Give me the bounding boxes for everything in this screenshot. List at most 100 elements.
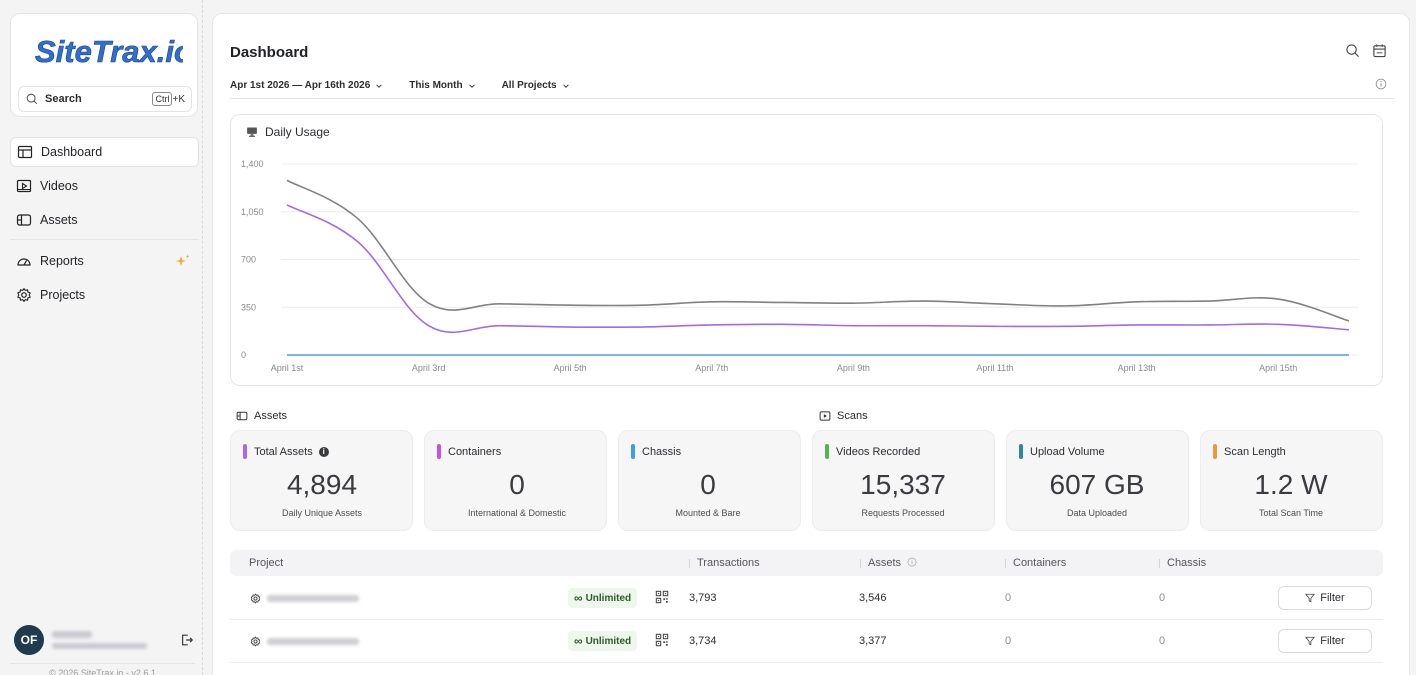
scans-section-label: Scans [819, 410, 868, 422]
stat-subtitle: Data Uploaded [1066, 508, 1128, 518]
stat-subtitle: Total Scan Time [1258, 508, 1324, 518]
search-input[interactable]: Search Ctrl +K [18, 86, 192, 112]
stat-subtitle: Daily Unique Assets [281, 508, 363, 518]
search-shortcut: Ctrl +K [152, 92, 185, 106]
sidebar-item-projects[interactable]: Projects [10, 280, 199, 310]
qr-code-icon[interactable] [655, 633, 669, 647]
sidebar-item-dashboard[interactable]: Dashboard [10, 137, 199, 167]
projects-table-header: Project Transactions Assets Containers C… [230, 550, 1383, 576]
column-header-project[interactable]: Project [249, 557, 283, 569]
top-actions [1345, 43, 1387, 58]
gear-icon [250, 636, 261, 647]
filter-icon [1305, 593, 1316, 603]
brand-panel: SiteTrax.io Search Ctrl +K [10, 13, 198, 117]
sidebar: SiteTrax.io Search Ctrl +K Dashboard Vide… [0, 0, 203, 675]
x-tick-label: April 3rd [412, 363, 446, 373]
sidebar-item-assets[interactable]: Assets [10, 205, 199, 235]
stat-subtitle: International & Domestic [467, 508, 567, 518]
assets-section-label: Assets [236, 410, 287, 422]
date-range-dropdown[interactable]: Apr 1st 2026 — Apr 16th 2026 [230, 80, 383, 91]
y-tick-label: 0 [241, 350, 246, 360]
accent-bar [825, 444, 829, 459]
search-icon[interactable] [1345, 43, 1360, 58]
avatar: OF [14, 625, 44, 655]
project-name-redacted[interactable] [267, 638, 359, 645]
column-header-assets[interactable]: Assets [859, 557, 917, 569]
daily-usage-card: Daily Usage 1,400 1,050 700 350 0 April 1st Ap… [230, 114, 1383, 386]
daily-usage-chart: 1,400 1,050 700 350 0 April 1st April 3rd April… [241, 159, 1359, 373]
plan-badge: ∞ Unlimited [568, 588, 638, 608]
stat-card-scan-length[interactable]: Scan Length 1.2 W Total Scan Time [1200, 430, 1383, 531]
gear-icon [250, 593, 261, 604]
stat-value: 4,894 [286, 469, 358, 500]
sidebar-item-reports[interactable]: Reports [10, 246, 199, 276]
gear-icon [17, 287, 31, 303]
stat-value: 1.2 W [1254, 469, 1328, 500]
sidebar-item-label: Projects [40, 288, 86, 302]
search-label: Search [45, 93, 82, 105]
filter-button[interactable]: Filter [1278, 629, 1372, 653]
infinity-icon: ∞ [574, 634, 583, 648]
y-tick-label: 1,400 [241, 159, 264, 169]
period-dropdown[interactable]: This Month [409, 80, 475, 91]
filter-icon [1305, 636, 1316, 646]
video-icon [16, 179, 32, 193]
nav-divider [10, 239, 199, 240]
stat-card-videos-recorded[interactable]: Videos Recorded 15,337 Requests Processe… [812, 430, 995, 531]
accent-bar [1019, 444, 1023, 459]
cell-transactions: 3,734 [689, 635, 717, 647]
y-tick-label: 1,050 [241, 207, 264, 217]
svg-text:SiteTrax.io: SiteTrax.io [35, 34, 183, 69]
table-row[interactable]: ∞ Unlimited 3,793 3,546 0 0 Filter [230, 577, 1383, 620]
column-header-containers[interactable]: Containers [1004, 557, 1066, 569]
info-icon[interactable] [1375, 78, 1387, 90]
x-tick-label: April 13th [1118, 363, 1156, 373]
page-title: Dashboard [230, 44, 309, 61]
series-line-1 [286, 204, 1350, 334]
chevron-down-icon [562, 83, 569, 88]
stat-card-containers[interactable]: Containers 0 International & Domestic [424, 430, 607, 531]
stat-label: Scan Length [1224, 445, 1286, 458]
stat-value: 607 GB [1049, 469, 1145, 500]
stat-card-total-assets[interactable]: Total Assets i 4,894 Daily Unique Assets [230, 430, 413, 531]
x-tick-label: April 15th [1259, 363, 1297, 373]
sidebar-item-videos[interactable]: Videos [10, 171, 199, 201]
x-tick-label: April 1st [271, 363, 304, 373]
x-tick-label: April 5th [554, 363, 587, 373]
stat-card-chassis[interactable]: Chassis 0 Mounted & Bare [618, 430, 801, 531]
qr-code-icon[interactable] [655, 590, 669, 604]
sidebar-item-label: Dashboard [41, 145, 103, 159]
stat-label: Chassis [642, 445, 682, 458]
stat-value: 0 [700, 469, 716, 500]
cell-containers: 0 [1005, 592, 1012, 604]
assets-icon [16, 214, 32, 226]
info-icon[interactable]: i [318, 446, 329, 457]
project-dropdown[interactable]: All Projects [502, 80, 570, 91]
table-row[interactable]: ∞ Unlimited 3,734 3,377 0 0 Filter [230, 620, 1383, 663]
y-tick-label: 700 [241, 255, 256, 265]
column-header-transactions[interactable]: Transactions [689, 557, 760, 569]
filter-button[interactable]: Filter [1278, 586, 1372, 610]
calendar-icon[interactable] [1372, 43, 1387, 58]
user-profile[interactable]: OF [14, 623, 194, 657]
stat-card-upload-volume[interactable]: Upload Volume 607 GB Data Uploaded [1006, 430, 1189, 531]
cell-transactions: 3,793 [689, 592, 717, 604]
info-icon [907, 557, 917, 567]
sidebar-item-label: Videos [40, 179, 78, 193]
accent-bar [437, 444, 441, 459]
copyright-text: © 2026 SiteTrax.io - v2.6.1 [10, 663, 195, 675]
stat-value: 15,337 [860, 469, 946, 500]
y-tick-label: 350 [241, 302, 256, 312]
stat-value: 0 [509, 469, 525, 500]
logout-icon[interactable] [180, 633, 194, 647]
series-line-0 [286, 179, 1350, 322]
sidebar-item-label: Assets [40, 213, 78, 227]
column-header-chassis[interactable]: Chassis [1158, 557, 1206, 569]
infinity-icon: ∞ [574, 591, 583, 605]
stat-label: Videos Recorded [836, 445, 921, 458]
filter-bar: Apr 1st 2026 — Apr 16th 2026 This Month … [230, 80, 570, 91]
cell-chassis: 0 [1159, 635, 1166, 647]
sitetrax-logo[interactable]: SiteTrax.io [31, 28, 183, 72]
main-panel: Dashboard Apr 1st 2026 — Apr 16th 2026 T… [212, 13, 1410, 675]
project-name-redacted[interactable] [267, 595, 359, 602]
